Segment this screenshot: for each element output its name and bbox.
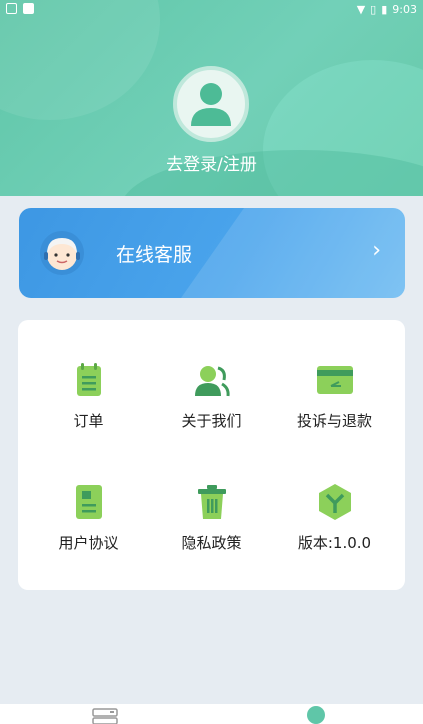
avatar[interactable] (173, 66, 249, 142)
wifi-icon: ▼ (356, 3, 366, 16)
menu-item-label: 隐私政策 (181, 534, 242, 552)
menu-item-version[interactable]: 版本:1.0.0 (270, 482, 399, 553)
menu-item-label: 订单 (73, 412, 104, 430)
user-agreement-icon (75, 485, 102, 519)
order-icon (76, 363, 101, 396)
menu-item-privacy-policy[interactable]: 隐私政策 (147, 482, 276, 553)
online-service-card[interactable]: 在线客服 › (19, 208, 405, 298)
complaint-refund-icon (316, 366, 353, 394)
menu-item-label: 投诉与退款 (296, 412, 372, 430)
sim-icon: ▯ (370, 3, 377, 16)
version-icon (318, 484, 351, 520)
app-notification-icon (23, 3, 34, 14)
user-avatar-icon (191, 83, 231, 126)
menu-item-order[interactable]: 订单 (24, 360, 153, 431)
about-us-icon (194, 366, 230, 397)
menu-item-user-agreement[interactable]: 用户协议 (24, 482, 153, 553)
status-time: 9:03 (392, 3, 417, 16)
menu-grid: 订单 关于我们 投诉与退款 用户协议 隐私政策 版本:1.0.0 (18, 320, 405, 590)
customer-service-icon (40, 231, 84, 275)
notification-icon (6, 3, 17, 14)
login-register-link[interactable]: 去登录/注册 (0, 150, 423, 175)
menu-item-about-us[interactable]: 关于我们 (147, 360, 276, 431)
battery-icon: ▮ (381, 3, 388, 16)
status-bar: ▼ ▯ ▮ 9:03 (0, 0, 423, 20)
menu-item-label: 版本:1.0.0 (297, 534, 372, 552)
card-decoration (159, 208, 405, 298)
menu-item-complaint-refund[interactable]: 投诉与退款 (270, 360, 399, 431)
home-icon[interactable] (92, 708, 118, 724)
menu-item-label: 用户协议 (58, 534, 119, 552)
menu-item-label: 关于我们 (181, 412, 242, 430)
chevron-right-icon: › (372, 238, 381, 263)
bottom-tab-bar (0, 704, 423, 724)
online-service-label: 在线客服 (116, 244, 193, 266)
privacy-policy-icon (197, 485, 226, 519)
profile-icon[interactable] (307, 706, 325, 724)
